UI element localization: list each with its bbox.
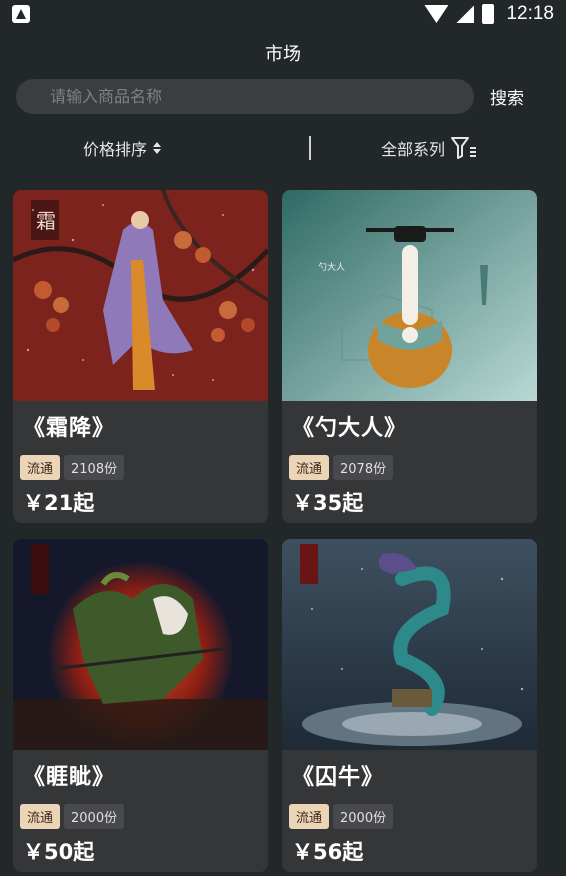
circulation-tag: 流通 <box>289 455 330 480</box>
page-title: 市场 <box>265 44 301 65</box>
sort-updown-icon <box>153 142 162 154</box>
product-image-qiuniu <box>282 539 537 750</box>
status-icons: 12:18 <box>424 3 554 25</box>
series-filter-button[interactable]: 全部系列 <box>381 136 477 160</box>
filter-row: 价格排序 全部系列 <box>0 134 566 164</box>
signal-icon <box>456 5 475 23</box>
product-price: ￥56起 <box>292 840 364 864</box>
product-card-shuangjiang[interactable]: 霜 《霜降》 流通 2108份 ￥21起 <box>13 190 268 523</box>
product-name: 《霜降》 <box>23 416 116 441</box>
product-image-yazi <box>13 539 268 750</box>
quantity-tag: 2000份 <box>64 804 125 829</box>
product-name: 《囚牛》 <box>292 765 385 790</box>
series-filter-label: 全部系列 <box>381 140 446 159</box>
product-tags: 流通 2000份 <box>289 804 394 829</box>
product-tags: 流通 2078份 <box>289 455 394 480</box>
filter-divider <box>309 136 311 160</box>
search-input[interactable] <box>16 79 474 114</box>
circulation-tag: 流通 <box>289 804 330 829</box>
product-card-qiuniu[interactable]: 《囚牛》 流通 2000份 ￥56起 <box>282 539 537 872</box>
svg-text:霜: 霜 <box>36 209 56 233</box>
product-card-shaodaren[interactable]: 勺大人 《勺大人》 流通 2078份 ￥35起 <box>282 190 537 523</box>
status-bar: 12:18 <box>0 0 566 30</box>
product-price: ￥50起 <box>23 840 95 864</box>
price-sort-label: 价格排序 <box>83 140 148 159</box>
quantity-tag: 2078份 <box>333 455 394 480</box>
product-name: 《勺大人》 <box>292 416 408 441</box>
notification-app-icon <box>12 5 30 23</box>
product-name: 《睚眦》 <box>23 765 116 790</box>
quantity-tag: 2000份 <box>333 804 394 829</box>
battery-icon <box>482 4 495 24</box>
product-tags: 流通 2108份 <box>20 455 125 480</box>
search-bar[interactable] <box>16 79 474 114</box>
circulation-tag: 流通 <box>20 455 61 480</box>
price-sort-button[interactable]: 价格排序 <box>83 136 162 160</box>
quantity-tag: 2108份 <box>64 455 125 480</box>
product-image-shuangjiang: 霜 <box>13 190 268 401</box>
circulation-tag: 流通 <box>20 804 61 829</box>
product-price: ￥35起 <box>292 491 364 515</box>
product-price: ￥21起 <box>23 491 95 515</box>
svg-text:勺大人: 勺大人 <box>318 261 345 273</box>
product-image-shaodaren: 勺大人 <box>282 190 537 401</box>
product-card-yazi[interactable]: 《睚眦》 流通 2000份 ￥50起 <box>13 539 268 872</box>
wifi-icon <box>424 5 449 23</box>
filter-funnel-icon <box>451 137 477 159</box>
status-time: 12:18 <box>506 3 554 24</box>
product-tags: 流通 2000份 <box>20 804 125 829</box>
search-button[interactable]: 搜索 <box>490 84 524 109</box>
